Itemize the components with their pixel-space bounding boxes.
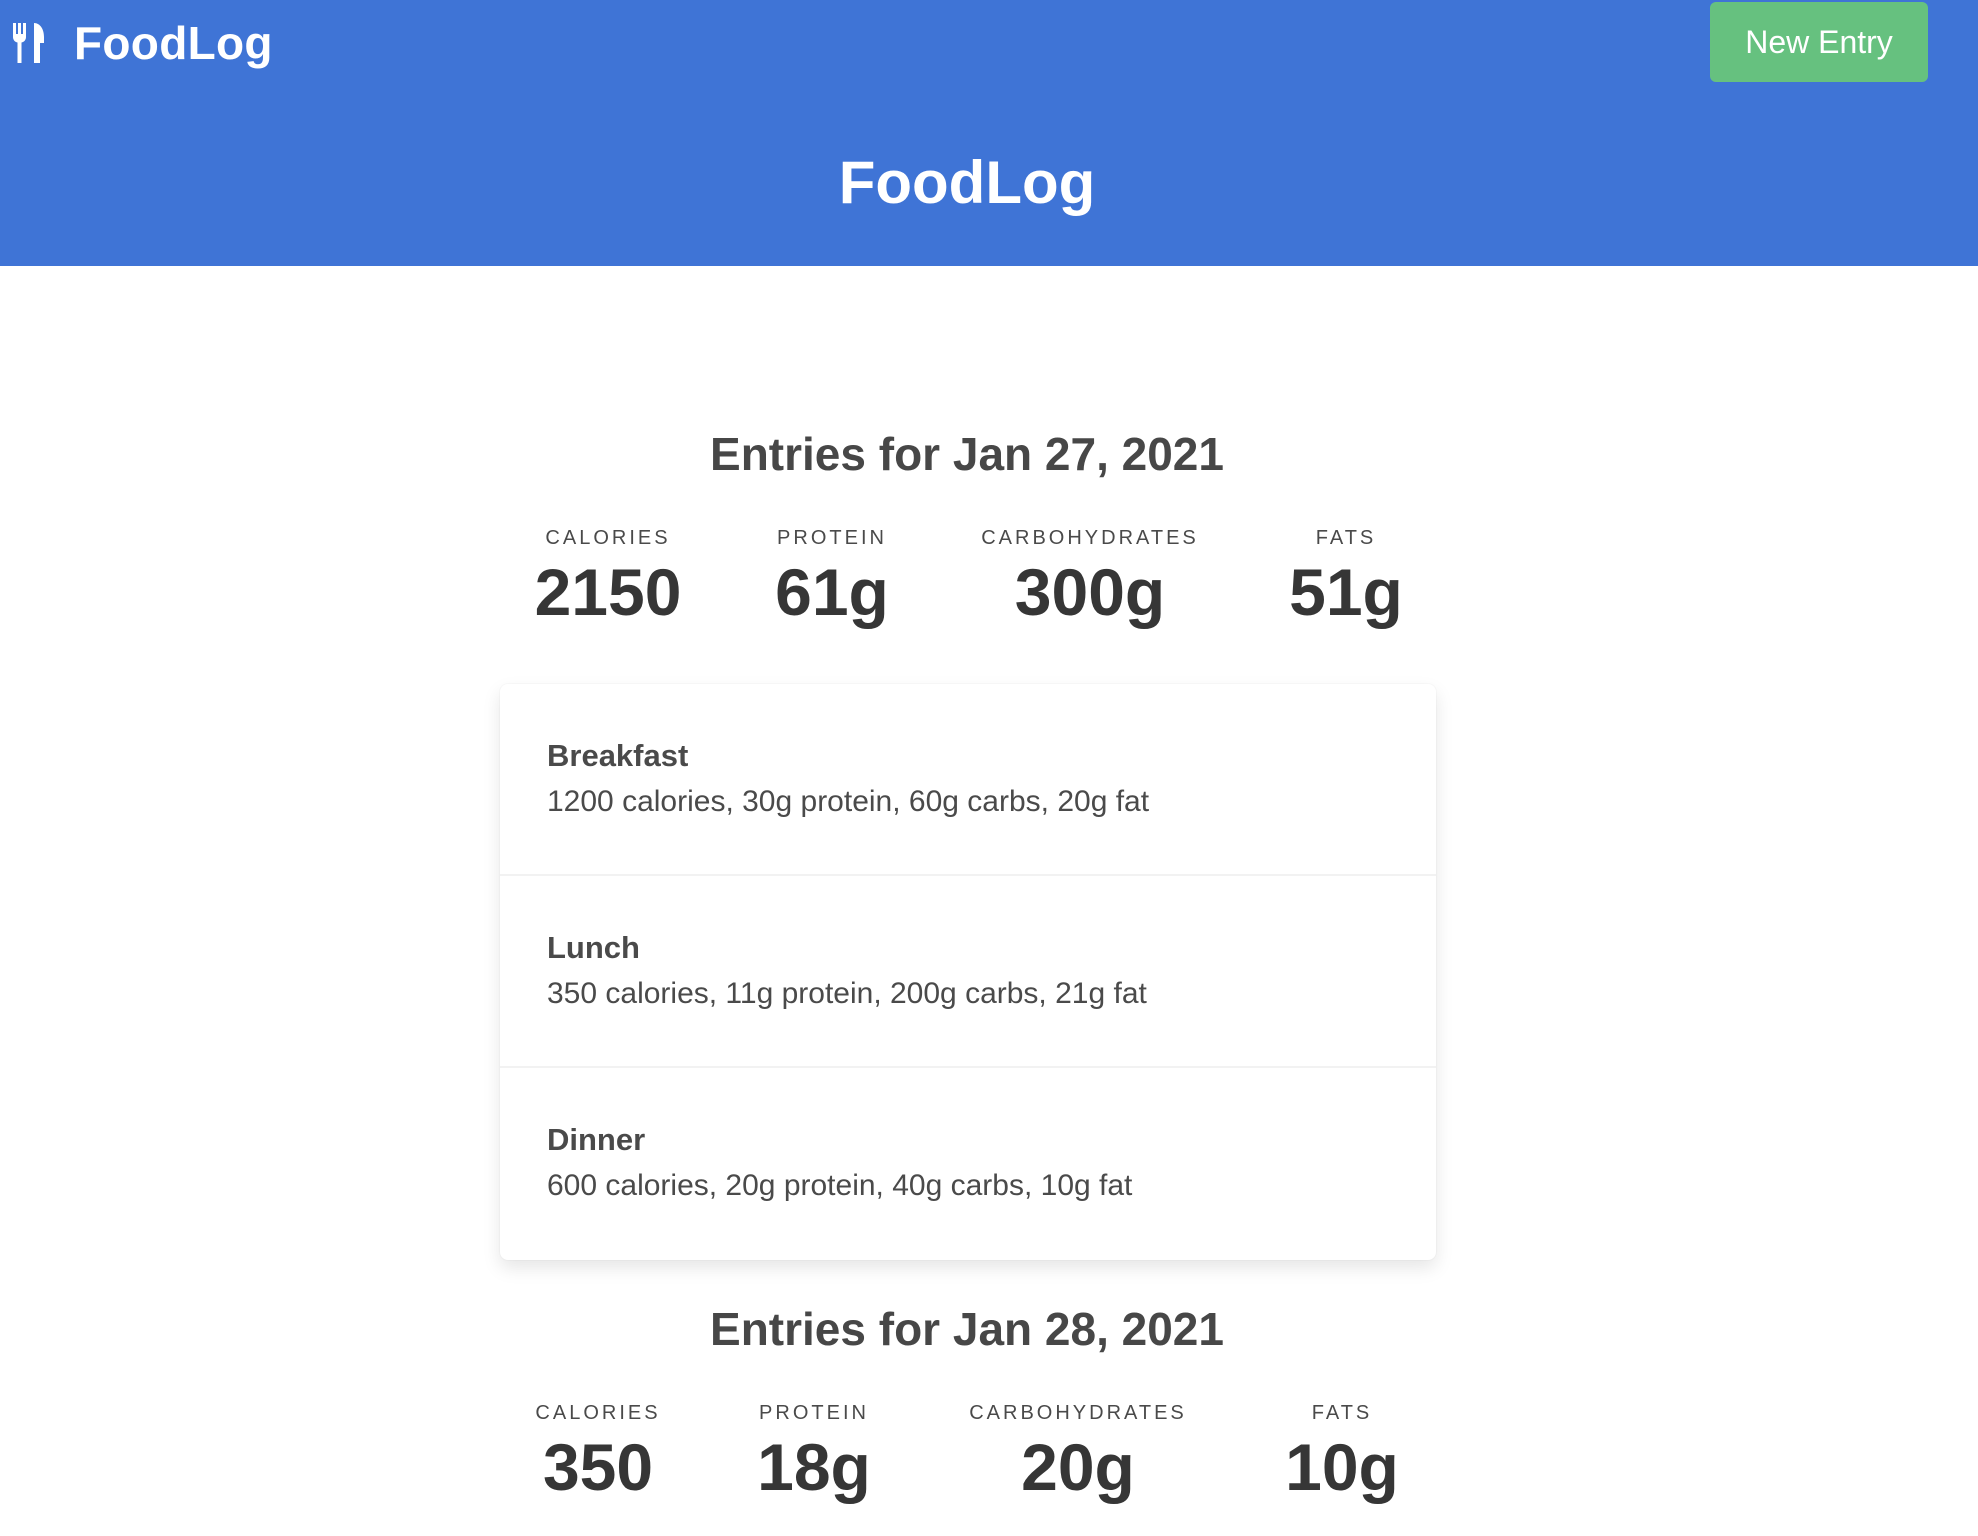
- stat-value: 350: [542, 1430, 654, 1504]
- entry-dinner[interactable]: Dinner 600 calories, 20g protein, 40g ca…: [500, 1068, 1436, 1260]
- utensils-icon: [13, 23, 44, 63]
- stat-fats: FATS 10g: [1262, 1401, 1422, 1505]
- stat-heading: FATS: [1311, 1402, 1373, 1424]
- navbar: FoodLog New Entry: [0, 0, 1978, 86]
- stat-heading: CARBOHYDRATES: [981, 527, 1199, 549]
- stat-calories: CALORIES 2150: [528, 526, 688, 630]
- main-content: Entries for Jan 27, 2021 CALORIES 2150 P…: [0, 266, 1978, 1536]
- entry-lunch[interactable]: Lunch 350 calories, 11g protein, 200g ca…: [500, 876, 1436, 1068]
- new-entry-button[interactable]: New Entry: [1710, 2, 1928, 82]
- stat-protein: PROTEIN 18g: [734, 1401, 894, 1505]
- stat-value: 51g: [1289, 555, 1403, 629]
- stat-heading: CARBOHYDRATES: [969, 1402, 1187, 1424]
- entry-name: Lunch: [547, 930, 640, 965]
- stat-heading: FATS: [1315, 527, 1377, 549]
- stat-value: 20g: [1021, 1430, 1135, 1504]
- entry-name: Breakfast: [547, 738, 689, 773]
- entry-name: Dinner: [547, 1122, 646, 1157]
- stat-heading: CALORIES: [535, 1402, 661, 1424]
- stat-value: 18g: [757, 1430, 871, 1504]
- stat-value: 2150: [534, 555, 682, 629]
- stat-heading: CALORIES: [545, 527, 671, 549]
- page-title: FoodLog: [838, 149, 1096, 216]
- stat-heading: PROTEIN: [759, 1402, 869, 1424]
- stat-value: 10g: [1285, 1430, 1399, 1504]
- entries-list: Breakfast 1200 calories, 30g protein, 60…: [500, 684, 1436, 1260]
- stat-protein: PROTEIN 61g: [752, 526, 912, 630]
- brand-link[interactable]: FoodLog: [12, 16, 273, 70]
- stat-carbohydrates: CARBOHYDRATES 20g: [958, 1401, 1198, 1505]
- entry-detail: 600 calories, 20g protein, 40g carbs, 10…: [547, 1169, 1133, 1202]
- stat-fats: FATS 51g: [1266, 526, 1426, 630]
- entry-detail: 350 calories, 11g protein, 200g carbs, 2…: [547, 977, 1147, 1010]
- entry-breakfast[interactable]: Breakfast 1200 calories, 30g protein, 60…: [500, 684, 1436, 876]
- hero-banner: FoodLog New Entry FoodLog: [0, 0, 1978, 266]
- stat-value: 300g: [1014, 555, 1166, 629]
- stat-heading: PROTEIN: [777, 527, 887, 549]
- stat-value: 61g: [775, 555, 889, 629]
- day-title: Entries for Jan 28, 2021: [710, 1303, 1224, 1355]
- day-title: Entries for Jan 27, 2021: [710, 428, 1224, 480]
- entry-detail: 1200 calories, 30g protein, 60g carbs, 2…: [547, 785, 1150, 818]
- stat-calories: CALORIES 350: [518, 1401, 678, 1505]
- brand-name: FoodLog: [74, 17, 273, 69]
- stat-carbohydrates: CARBOHYDRATES 300g: [970, 526, 1210, 630]
